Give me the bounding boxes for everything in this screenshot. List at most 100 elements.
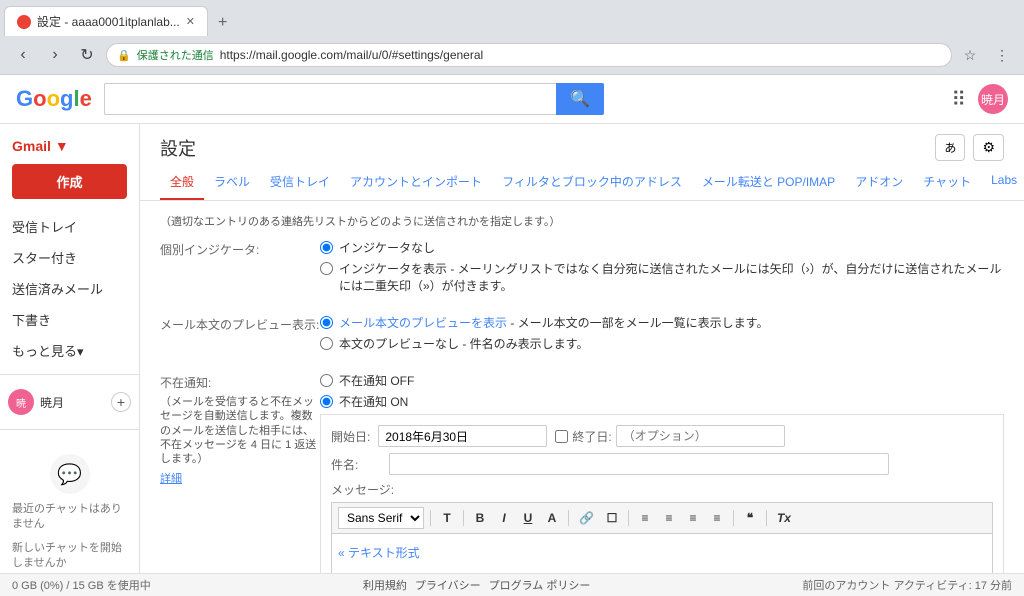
vacation-on-radio[interactable] (320, 395, 333, 408)
chat-new-link[interactable]: 新しいチャットを開始しませんか (12, 541, 127, 572)
start-date-input[interactable] (378, 425, 547, 447)
storage-info: 0 GB (0%) / 15 GB を使用中 (12, 577, 151, 593)
gmail-label[interactable]: Gmail ▼ (0, 132, 139, 160)
link-btn[interactable]: 🔗 (575, 509, 598, 527)
editor-area[interactable]: « テキスト形式 (331, 533, 993, 573)
reload-btn[interactable]: ↻ (74, 42, 100, 68)
add-account-btn[interactable]: + (111, 392, 131, 412)
start-date-label: 開始日: (331, 428, 370, 445)
preview-on-radio[interactable] (320, 316, 333, 329)
search-input[interactable] (104, 83, 556, 115)
chat-section: 💬 最近のチャットはありません 新しいチャットを開始しませんか (0, 438, 139, 573)
settings-actions: あ ⚙ (935, 134, 1004, 161)
settings-gear-btn[interactable]: ⚙ (973, 134, 1004, 161)
tab-chat[interactable]: チャット (913, 165, 981, 200)
sidebar-item-drafts-label: 下書き (12, 310, 51, 329)
toolbar-sep-6 (766, 510, 767, 526)
vacation-off-option: 不在通知 OFF (320, 372, 1004, 389)
new-tab-btn[interactable]: + (208, 10, 237, 36)
terms-link[interactable]: 利用規約 (363, 577, 407, 593)
vacation-on-label[interactable]: 不在通知 ON (339, 393, 408, 410)
align-left-btn[interactable]: ≡ (635, 509, 655, 527)
header-right: ⠿ 暁月 (951, 84, 1008, 114)
tab-addons[interactable]: アドオン (845, 165, 913, 200)
address-bar[interactable]: 🔒 保護された通信 https://mail.google.com/mail/u… (106, 43, 952, 67)
bold-btn[interactable]: B (470, 509, 490, 527)
sidebar-item-sent-label: 送信済みメール (12, 279, 103, 298)
gmail-dropdown-icon: ▼ (55, 138, 69, 154)
quote-btn[interactable]: ❝ (740, 509, 760, 527)
preview-off-label[interactable]: 本文のプレビューなし - 件名のみ表示します。 (339, 335, 588, 352)
tab-inbox[interactable]: 受信トレイ (260, 165, 340, 200)
indicator-none-label[interactable]: インジケータなし (339, 239, 435, 256)
search-btn[interactable]: 🔍 (556, 83, 604, 115)
text-format-link[interactable]: « テキスト形式 (338, 544, 986, 561)
toolbar-sep-1 (430, 510, 431, 526)
status-center: 利用規約 プライバシー プログラム ポリシー (363, 577, 591, 593)
italic-btn[interactable]: I (494, 509, 514, 527)
tab-labels[interactable]: ラベル (204, 165, 260, 200)
image-btn[interactable]: ☐ (602, 509, 622, 527)
user-avatar[interactable]: 暁月 (978, 84, 1008, 114)
tab-labs[interactable]: Labs (981, 165, 1024, 200)
tab-forwarding[interactable]: メール転送と POP/IMAP (692, 165, 845, 200)
sidebar-item-inbox[interactable]: 受信トレイ (0, 211, 131, 242)
sidebar-item-inbox-label: 受信トレイ (12, 217, 77, 236)
subject-row: 件名: (331, 453, 993, 475)
vacation-off-label[interactable]: 不在通知 OFF (339, 372, 414, 389)
privacy-link[interactable]: プライバシー (415, 577, 481, 593)
apps-icon[interactable]: ⠿ (951, 87, 966, 112)
back-btn[interactable]: ‹ (10, 42, 36, 68)
indicator-show-radio[interactable] (320, 262, 333, 275)
sidebar-item-starred-label: スター付き (12, 248, 77, 267)
sidebar-item-starred[interactable]: スター付き (0, 242, 131, 273)
sidebar-item-drafts[interactable]: 下書き (0, 304, 131, 335)
indicator-label: 個別インジケータ: (160, 239, 320, 258)
vacation-dates-row: 開始日: 終了日: (331, 425, 993, 447)
indicator-none-radio[interactable] (320, 241, 333, 254)
font-selector[interactable]: Sans Serif (338, 507, 424, 529)
vacation-row: 不在通知: （メールを受信すると不在メッセージを自動送信します。複数のメールを送… (160, 372, 1004, 573)
preview-value: メール本文のプレビューを表示 - メール本文の一部をメール一覧に表示します。 本… (320, 314, 1004, 356)
sidebar-item-more-label: もっと見る▾ (12, 341, 84, 360)
status-bar: 0 GB (0%) / 15 GB を使用中 利用規約 プライバシー プログラム… (0, 573, 1024, 596)
tab-filters[interactable]: フィルタとブロック中のアドレス (492, 165, 692, 200)
sidebar-username: 暁月 (40, 394, 64, 411)
sidebar-item-sent[interactable]: 送信済みメール (0, 273, 131, 304)
subject-label: 件名: (331, 456, 381, 473)
google-logo: Google (16, 86, 92, 112)
end-date-input[interactable] (616, 425, 785, 447)
tab-close-btn[interactable]: ✕ (186, 15, 195, 28)
program-policy-link[interactable]: プログラム ポリシー (489, 577, 591, 593)
forward-btn[interactable]: › (42, 42, 68, 68)
vacation-value: 不在通知 OFF 不在通知 ON 開始日: (320, 372, 1004, 573)
lock-icon: 🔒 (117, 49, 131, 62)
tab-accounts[interactable]: アカウントとインポート (340, 165, 492, 200)
bullet-list-btn[interactable]: ≡ (683, 509, 703, 527)
underline-btn[interactable]: U (518, 509, 538, 527)
vacation-detail-link[interactable]: 詳細 (160, 470, 320, 486)
sidebar: Gmail ▼ 作成 受信トレイ スター付き 送信済みメール 下書き もっと見る… (0, 124, 140, 573)
toolbar-sep-3 (568, 510, 569, 526)
font-color-btn[interactable]: A (542, 509, 562, 527)
format-btn[interactable]: Tx (773, 509, 795, 527)
lang-btn[interactable]: あ (935, 134, 965, 161)
compose-btn[interactable]: 作成 (12, 164, 127, 199)
status-left: 0 GB (0%) / 15 GB を使用中 (12, 577, 151, 593)
end-date-checkbox[interactable] (555, 430, 568, 443)
indent-btn[interactable]: ≡ (707, 509, 727, 527)
numbered-list-btn[interactable]: ≡ (659, 509, 679, 527)
browser-tab[interactable]: 設定 - aaaa0001itplanlab... ✕ (4, 6, 208, 36)
preview-off-radio[interactable] (320, 337, 333, 350)
settings-content: （適切なエントリのある連絡先リストからどのように送信されかを指定します。） 個別… (140, 201, 1024, 573)
subject-input[interactable] (389, 453, 889, 475)
sidebar-item-more[interactable]: もっと見る▾ (0, 335, 131, 366)
bookmark-btn[interactable]: ☆ (958, 43, 982, 67)
vacation-off-radio[interactable] (320, 374, 333, 387)
tab-general[interactable]: 全般 (160, 165, 204, 200)
sidebar-user[interactable]: 暁 暁月 + (0, 383, 139, 421)
indicator-show-label[interactable]: インジケータを表示 - メーリングリストではなく自分宛に送信されたメールには矢印… (339, 260, 1004, 294)
font-size-btn[interactable]: T (437, 509, 457, 527)
extensions-btn[interactable]: ⋮ (990, 43, 1014, 67)
search-container: 🔍 (104, 83, 604, 115)
